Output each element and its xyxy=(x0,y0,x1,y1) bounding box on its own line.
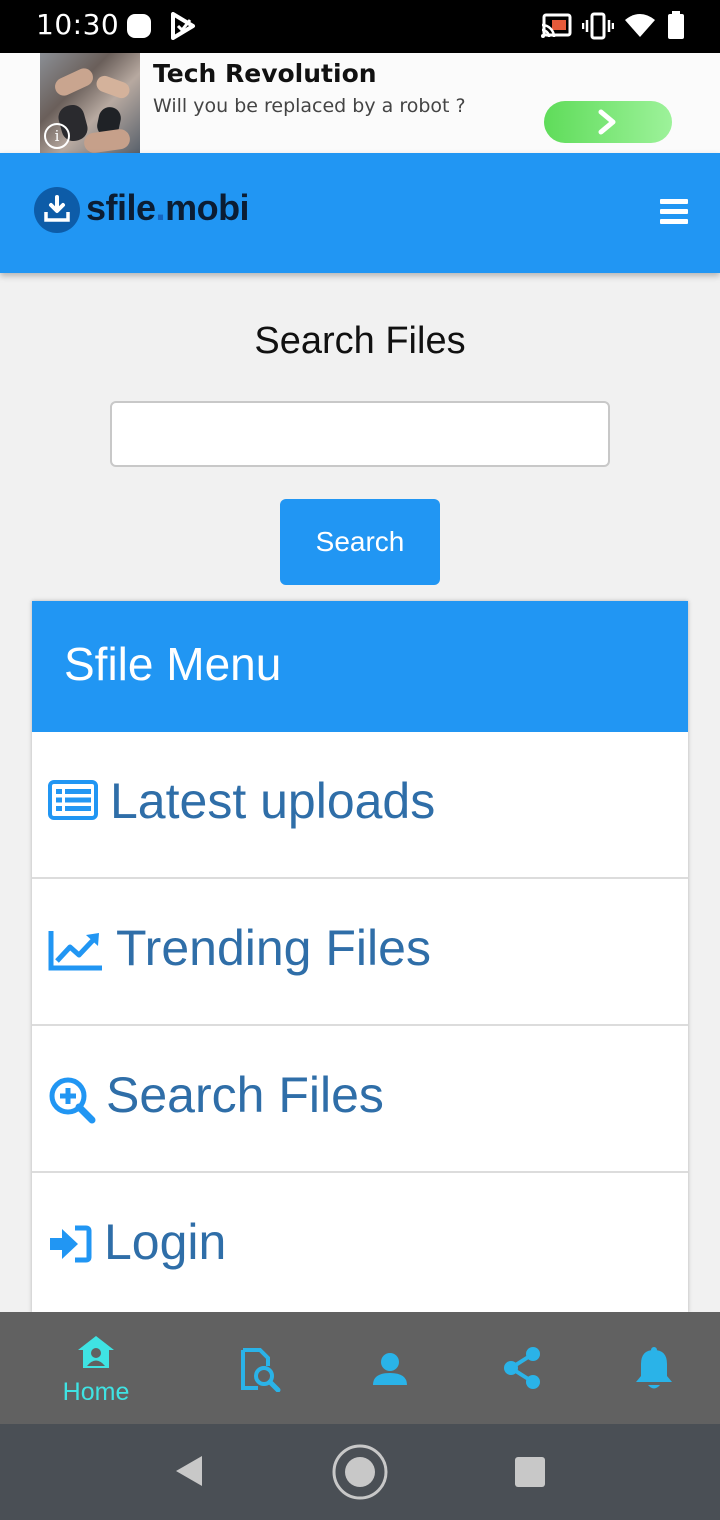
home-user-icon xyxy=(78,1336,114,1368)
nav-notifications[interactable] xyxy=(594,1312,714,1424)
menu-header: Sfile Menu xyxy=(32,601,688,732)
menu-item-search-files[interactable]: Search Files xyxy=(32,1026,688,1173)
menu-item-login[interactable]: Login xyxy=(32,1173,688,1313)
cast-icon xyxy=(541,13,572,38)
menu-item-label: Search Files xyxy=(106,1067,384,1123)
play-store-icon xyxy=(171,12,195,40)
search-plus-icon xyxy=(49,1077,96,1124)
ad-subtitle[interactable]: Will you be replaced by a robot ? xyxy=(153,95,466,117)
nav-home-label: Home xyxy=(62,1378,130,1406)
ad-info-icon[interactable]: i xyxy=(44,123,70,149)
back-icon[interactable] xyxy=(174,1454,204,1488)
ad-cta-button[interactable] xyxy=(544,101,672,143)
share-icon xyxy=(504,1347,540,1389)
search-button[interactable]: Search xyxy=(280,499,440,585)
logo-text-dot: . xyxy=(155,187,166,228)
ad-banner[interactable]: i Tech Revolution Will you be replaced b… xyxy=(0,53,720,153)
search-input[interactable] xyxy=(110,401,610,467)
notification-app-icon xyxy=(127,14,151,38)
vibrate-icon xyxy=(582,12,614,40)
nav-file-search[interactable] xyxy=(200,1312,320,1424)
search-title: Search Files xyxy=(254,320,466,362)
bottom-nav: Home xyxy=(0,1312,720,1424)
system-nav-bar xyxy=(0,1424,720,1520)
site-logo[interactable]: sfile.mobi xyxy=(86,187,250,229)
menu-item-label: Login xyxy=(104,1214,227,1270)
bell-icon xyxy=(636,1347,672,1389)
sign-in-icon xyxy=(50,1225,92,1263)
menu-item-trending-files[interactable]: Trending Files xyxy=(32,879,688,1026)
download-logo-icon[interactable] xyxy=(34,187,80,233)
status-bar: 10:30 xyxy=(0,0,720,53)
list-icon xyxy=(48,780,98,820)
site-header: sfile.mobi xyxy=(0,153,720,273)
logo-text-main: sfile xyxy=(86,187,156,228)
nav-home[interactable]: Home xyxy=(0,1312,192,1424)
home-circle-icon[interactable] xyxy=(331,1443,389,1501)
chevron-right-icon xyxy=(598,109,616,135)
status-time: 10:30 xyxy=(36,8,120,41)
nav-share[interactable] xyxy=(462,1312,582,1424)
wifi-icon xyxy=(625,14,655,37)
logo-text-tld: mobi xyxy=(165,187,250,228)
ad-image[interactable]: i xyxy=(40,53,140,153)
trending-chart-icon xyxy=(48,931,102,971)
ad-title[interactable]: Tech Revolution xyxy=(153,59,377,88)
menu-item-label: Latest uploads xyxy=(110,773,436,829)
person-icon xyxy=(373,1353,407,1385)
hamburger-menu-icon[interactable] xyxy=(660,199,688,225)
menu-item-latest-uploads[interactable]: Latest uploads xyxy=(32,732,688,879)
menu-title: Sfile Menu xyxy=(64,638,282,690)
recents-icon[interactable] xyxy=(514,1456,546,1488)
battery-icon xyxy=(668,11,684,39)
menu-item-label: Trending Files xyxy=(116,920,431,976)
nav-profile[interactable] xyxy=(330,1312,450,1424)
sfile-menu-card: Sfile Menu Latest uploads Trending Files… xyxy=(32,601,688,1313)
file-search-icon xyxy=(241,1348,281,1392)
